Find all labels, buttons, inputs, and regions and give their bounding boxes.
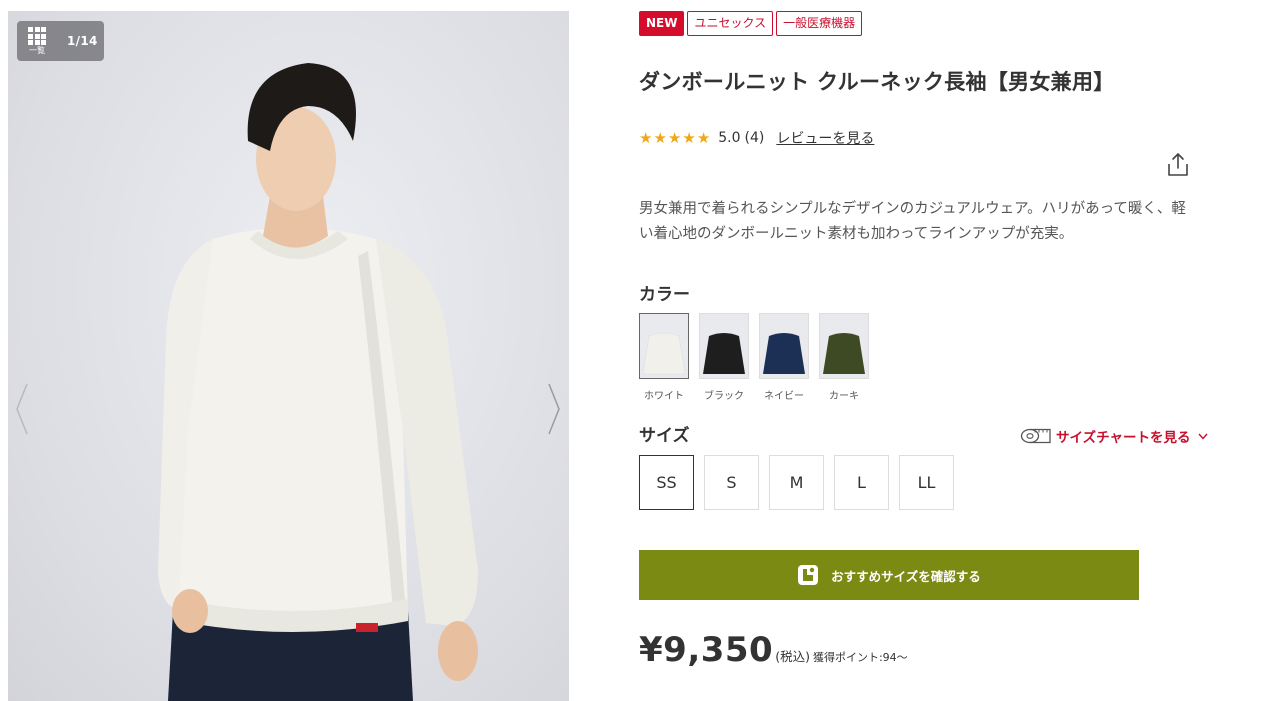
color-name: ホワイト	[644, 391, 684, 402]
color-name: ブラック	[704, 391, 744, 402]
price-value: ¥9,350	[639, 630, 774, 670]
product-badges: NEW ユニセックス 一般医療機器	[639, 11, 863, 36]
share-icon[interactable]	[1166, 152, 1190, 178]
price-tax-label: (税込)	[775, 649, 810, 664]
size-recommend-icon	[798, 565, 819, 585]
chevron-down-icon	[1198, 433, 1208, 440]
size-chart-label: サイズチャートを見る	[1056, 430, 1191, 446]
product-description: 男女兼用で着られるシンプルなデザインのカジュアルウェア。ハリがあって暖く、軽い着…	[639, 201, 1186, 242]
swatch-image	[819, 313, 869, 379]
badge-medical-device: 一般医療機器	[776, 11, 863, 36]
swatch-image	[759, 313, 809, 379]
star-icon: ★	[653, 128, 667, 147]
rating-score: 5.0	[718, 130, 741, 146]
review-link[interactable]: レビューを見る	[776, 128, 874, 148]
star-icon: ★	[682, 128, 696, 147]
image-counter-text: 1/14	[67, 34, 98, 48]
product-photo[interactable]	[8, 11, 569, 701]
size-section-label: サイズ	[639, 426, 690, 446]
badge-new: NEW	[639, 11, 685, 36]
swatch-image	[699, 313, 749, 379]
color-name: ネイビー	[764, 391, 804, 402]
color-option-black[interactable]: ブラック	[699, 313, 749, 402]
color-swatches: ホワイト ブラック ネイビー カーキ	[639, 313, 869, 402]
reward-points: 獲得ポイント:94〜	[812, 651, 908, 664]
price-row: ¥9,350 (税込) 獲得ポイント:94〜	[639, 630, 908, 670]
size-option-l[interactable]: L	[834, 455, 889, 510]
color-name: カーキ	[829, 391, 859, 402]
grid-view-label: 一覧	[29, 46, 45, 55]
color-option-white[interactable]: ホワイト	[639, 313, 689, 402]
product-image-gallery[interactable]: 一覧 1/14	[8, 11, 569, 701]
size-chart-link[interactable]: サイズチャートを見る	[1020, 426, 1212, 446]
size-option-ll[interactable]: LL	[899, 455, 954, 510]
badge-unisex: ユニセックス	[687, 11, 774, 36]
color-option-khaki[interactable]: カーキ	[819, 313, 869, 402]
star-icon: ★	[696, 128, 711, 147]
star-icon: ★	[639, 128, 653, 147]
measuring-tape-icon	[1020, 428, 1051, 444]
rating-row: ★ ★ ★ ★ ★ 5.0 (4) レビューを見る	[639, 128, 874, 148]
image-counter[interactable]: 一覧 1/14	[17, 21, 104, 61]
color-option-navy[interactable]: ネイビー	[759, 313, 809, 402]
product-title: ダンボールニット クルーネック長袖【男女兼用】	[639, 70, 1115, 94]
size-option-m[interactable]: M	[769, 455, 824, 510]
recommend-size-label: おすすめサイズを確認する	[831, 568, 981, 584]
size-option-ss[interactable]: SS	[639, 455, 694, 510]
grid-view-icon[interactable]: 一覧	[17, 21, 57, 61]
swatch-image	[639, 313, 689, 379]
star-icon: ★	[667, 128, 682, 147]
color-section-label: カラー	[639, 285, 690, 305]
chevron-left-icon[interactable]	[12, 379, 32, 439]
star-rating: ★ ★ ★ ★ ★	[639, 128, 711, 147]
rating-count: (4)	[744, 130, 765, 146]
recommend-size-button[interactable]: おすすめサイズを確認する	[639, 550, 1139, 600]
size-option-s[interactable]: S	[704, 455, 759, 510]
size-options: SS S M L LL	[639, 455, 954, 510]
chevron-right-icon[interactable]	[544, 379, 564, 439]
